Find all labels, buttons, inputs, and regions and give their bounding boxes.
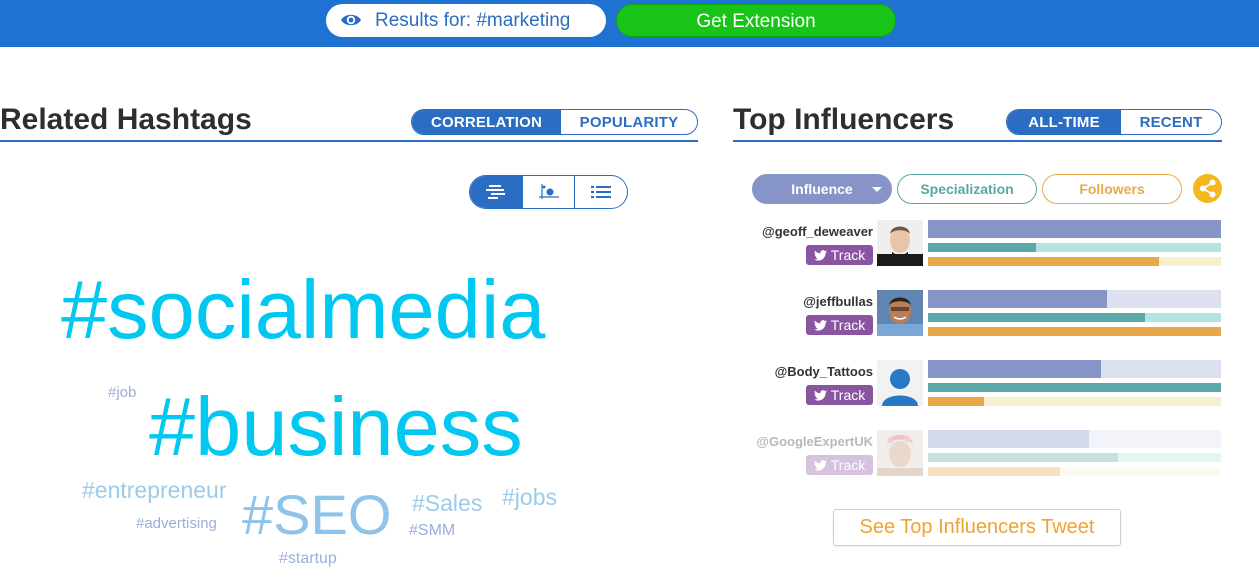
influencer-handle[interactable]: @Body_Tattoos — [775, 364, 873, 379]
list-view-icon — [591, 186, 612, 198]
cloud-view-icon — [485, 185, 505, 199]
related-hashtags-title: Related Hashtags — [0, 103, 252, 136]
track-label: Track — [830, 317, 866, 333]
results-label: Results for: #marketing — [375, 10, 571, 31]
avatar[interactable] — [877, 430, 923, 476]
tab-correlation[interactable]: CORRELATION — [412, 110, 561, 134]
influencer-handle[interactable]: @jeffbullas — [803, 294, 873, 309]
track-button[interactable]: Track — [806, 455, 873, 475]
followers-filter-button[interactable]: Followers — [1042, 174, 1182, 204]
track-label: Track — [830, 387, 866, 403]
get-extension-button[interactable]: Get Extension — [616, 4, 896, 37]
share-button[interactable] — [1193, 174, 1222, 203]
hashtag-socialmedia[interactable]: #socialmedia — [61, 268, 545, 351]
cloud-view-button[interactable] — [470, 176, 522, 208]
influence-bar — [928, 430, 1221, 448]
track-button[interactable]: Track — [806, 245, 873, 265]
followers-bar — [928, 327, 1221, 336]
influencer-handle[interactable]: @GoogleExpertUK — [756, 434, 873, 449]
specialization-bar — [928, 243, 1221, 252]
twitter-bird-icon — [813, 249, 827, 261]
specialization-bar — [928, 453, 1221, 462]
hashtag-smm[interactable]: #SMM — [409, 523, 455, 539]
see-top-influencers-tweet-button[interactable]: See Top Influencers Tweet — [833, 509, 1121, 546]
influencer-metrics — [928, 290, 1221, 336]
influencers-divider — [733, 140, 1222, 142]
hashtag-advertising[interactable]: #advertising — [136, 516, 217, 531]
track-button[interactable]: Track — [806, 385, 873, 405]
scatter-view-button[interactable] — [521, 176, 575, 208]
track-label: Track — [830, 247, 866, 263]
influencer-metrics — [928, 220, 1221, 266]
user-placeholder-icon — [877, 360, 923, 406]
influencers-period-toggle: ALL-TIME RECENT — [1006, 109, 1222, 135]
view-mode-toggle — [469, 175, 628, 209]
influencer-handle[interactable]: @geoff_deweaver — [762, 224, 873, 239]
tab-recent[interactable]: RECENT — [1121, 110, 1221, 134]
hashtag-jobs[interactable]: #jobs — [502, 486, 557, 509]
followers-bar — [928, 397, 1221, 406]
top-bar: Results for: #marketing Get Extension — [0, 0, 1259, 47]
influence-bar — [928, 360, 1221, 378]
influencer-metrics — [928, 360, 1221, 406]
hashtag-job[interactable]: #job — [108, 385, 136, 400]
avatar[interactable] — [877, 290, 923, 336]
influence-filter-label: Influence — [791, 181, 853, 197]
twitter-bird-icon — [813, 389, 827, 401]
track-button[interactable]: Track — [806, 315, 873, 335]
hashtag-seo[interactable]: #SEO — [242, 487, 391, 543]
influencer-row: @Body_Tattoos Track — [740, 360, 1230, 414]
results-pill: Results for: #marketing — [326, 4, 606, 37]
related-sort-toggle: CORRELATION POPULARITY — [411, 109, 698, 135]
influence-bar — [928, 220, 1221, 238]
influence-bar — [928, 290, 1221, 308]
specialization-bar — [928, 383, 1221, 392]
twitter-bird-icon — [813, 459, 827, 471]
specialization-bar — [928, 313, 1221, 322]
avatar[interactable] — [877, 220, 923, 266]
influencer-row: @jeffbullas Track — [740, 290, 1230, 344]
list-view-button[interactable] — [574, 176, 627, 208]
hashtag-sales[interactable]: #Sales — [412, 492, 482, 515]
influencer-row: @GoogleExpertUK Track — [740, 430, 1230, 484]
scatter-view-icon — [538, 184, 559, 199]
related-divider — [0, 140, 698, 142]
followers-bar — [928, 257, 1221, 266]
hashtag-entrepreneur[interactable]: #entrepreneur — [82, 479, 227, 502]
tab-all-time[interactable]: ALL-TIME — [1007, 110, 1121, 134]
influencer-row: @geoff_deweaver Track — [740, 220, 1230, 274]
eye-icon — [341, 14, 361, 26]
hashtag-startup[interactable]: #startup — [279, 551, 337, 567]
avatar-placeholder[interactable] — [877, 360, 923, 406]
top-influencers-title: Top Influencers — [733, 103, 955, 136]
influencer-metrics — [928, 430, 1221, 476]
tab-popularity[interactable]: POPULARITY — [561, 110, 697, 134]
specialization-filter-button[interactable]: Specialization — [897, 174, 1037, 204]
twitter-bird-icon — [813, 319, 827, 331]
track-label: Track — [830, 457, 866, 473]
chevron-down-icon — [872, 187, 882, 192]
followers-bar — [928, 467, 1221, 476]
share-icon — [1200, 179, 1216, 198]
influence-filter-dropdown[interactable]: Influence — [752, 174, 892, 204]
hashtag-business[interactable]: #business — [149, 385, 523, 468]
